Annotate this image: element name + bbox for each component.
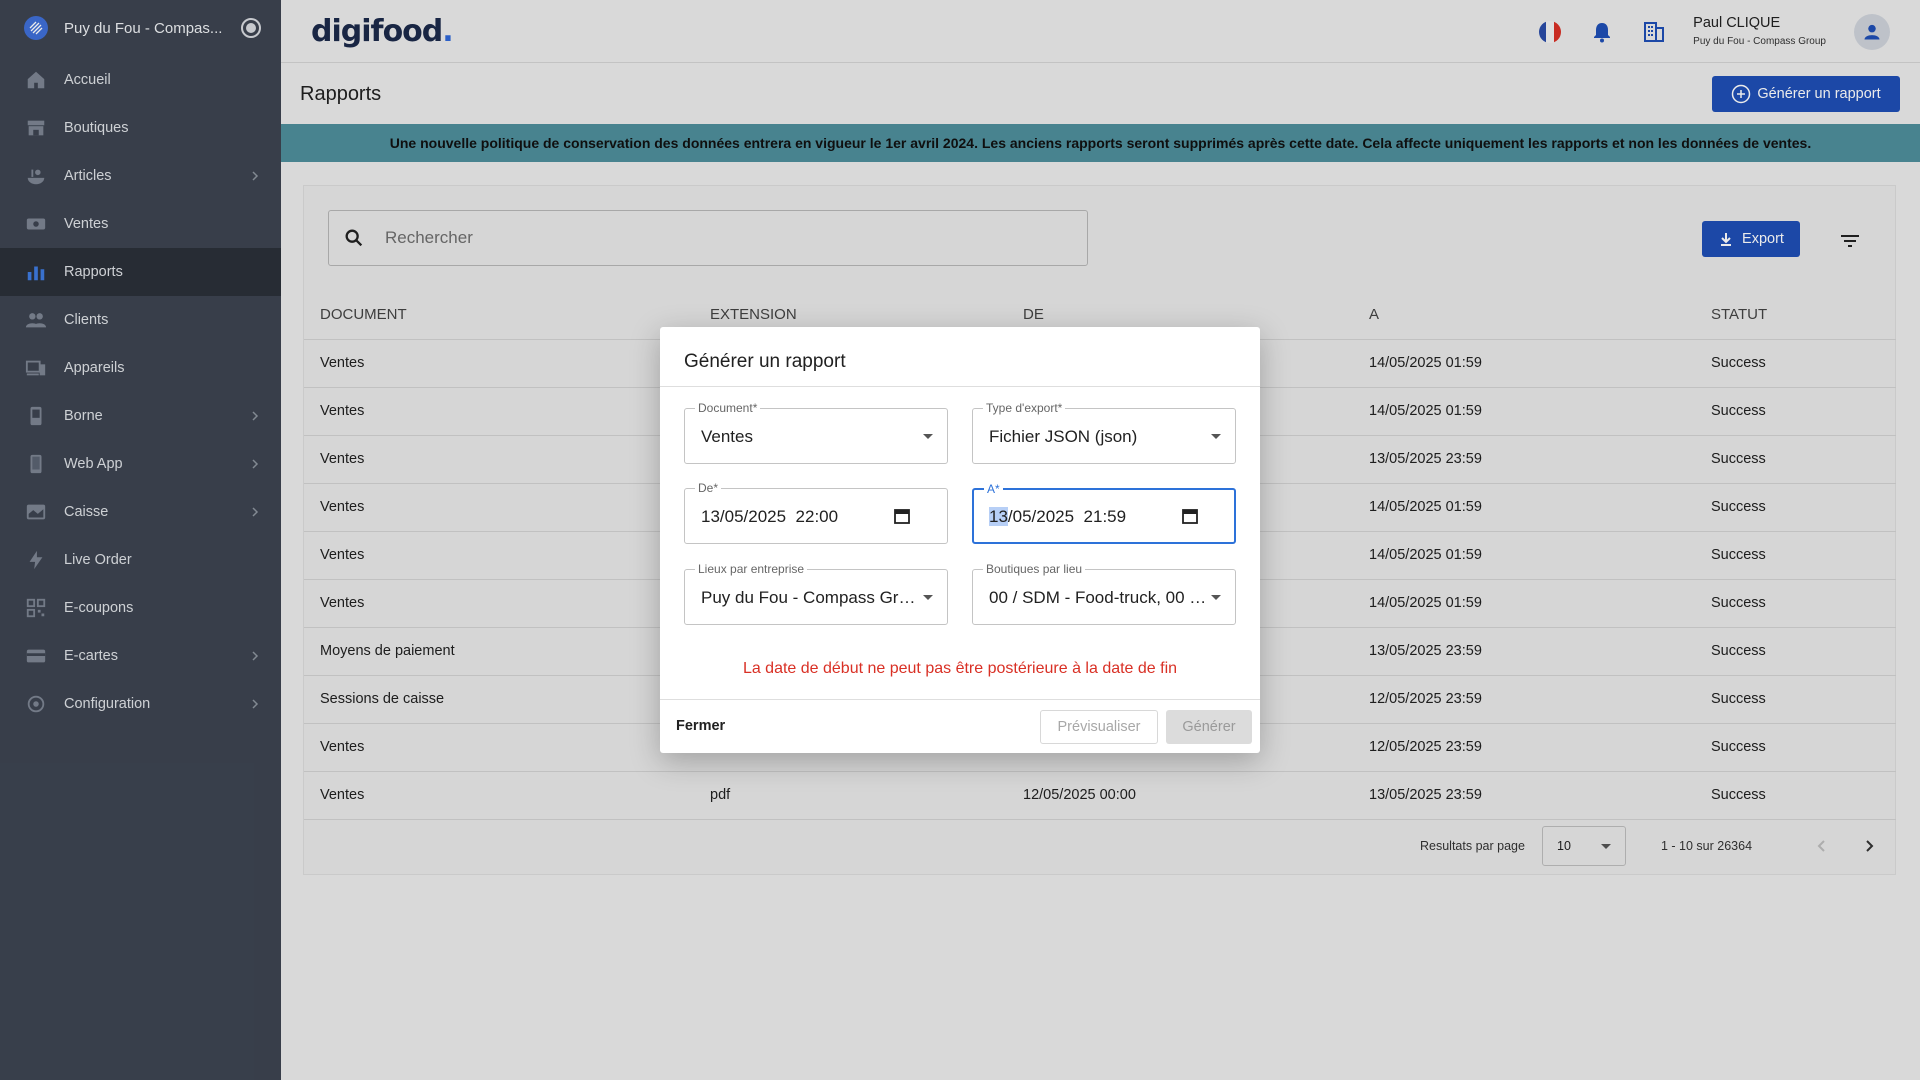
chevron-down-icon [1211, 595, 1221, 600]
generate-button[interactable]: Générer [1166, 710, 1252, 744]
locations-value: Puy du Fou - Compass Group [701, 588, 923, 607]
chevron-down-icon [1211, 434, 1221, 439]
chevron-down-icon [923, 595, 933, 600]
to-value-rest: /05/2025 21:59 [1007, 507, 1127, 526]
from-datetime-field[interactable]: De* 13/05/2025 22:00 [684, 481, 948, 544]
locations-select[interactable]: Lieux par entreprise Puy du Fou - Compas… [684, 562, 948, 625]
dialog-footer: Fermer Prévisualiser Générer [660, 699, 1260, 753]
close-button[interactable]: Fermer [676, 718, 725, 734]
shops-select[interactable]: Boutiques par lieu 00 / SDM - Food-truck… [972, 562, 1236, 625]
calendar-icon[interactable] [1181, 507, 1199, 525]
generate-report-dialog: Générer un rapport Document* Ventes Type… [660, 327, 1260, 753]
export-type-label: Type d'export* [983, 401, 1066, 415]
document-value: Ventes [701, 427, 753, 446]
export-type-select[interactable]: Type d'export* Fichier JSON (json) [972, 401, 1236, 464]
shops-label: Boutiques par lieu [983, 562, 1086, 576]
from-label: De* [695, 481, 722, 495]
shops-value: 00 / SDM - Food-truck, 00 / SDM [989, 588, 1211, 607]
to-datetime-field[interactable]: A* 13/05/2025 21:59 [972, 482, 1236, 544]
preview-button[interactable]: Prévisualiser [1040, 710, 1158, 744]
dialog-title: Générer un rapport [660, 327, 1260, 387]
locations-label: Lieux par entreprise [695, 562, 808, 576]
export-type-value: Fichier JSON (json) [989, 427, 1138, 446]
to-label: A* [984, 482, 1003, 496]
to-day-segment[interactable]: 13 [989, 507, 1008, 526]
date-error-message: La date de début ne peut pas être postér… [742, 660, 1178, 677]
calendar-icon[interactable] [893, 507, 911, 525]
from-value: 13/05/2025 22:00 [701, 507, 839, 526]
chevron-down-icon [923, 434, 933, 439]
document-label: Document* [695, 401, 761, 415]
document-select[interactable]: Document* Ventes [684, 401, 948, 464]
